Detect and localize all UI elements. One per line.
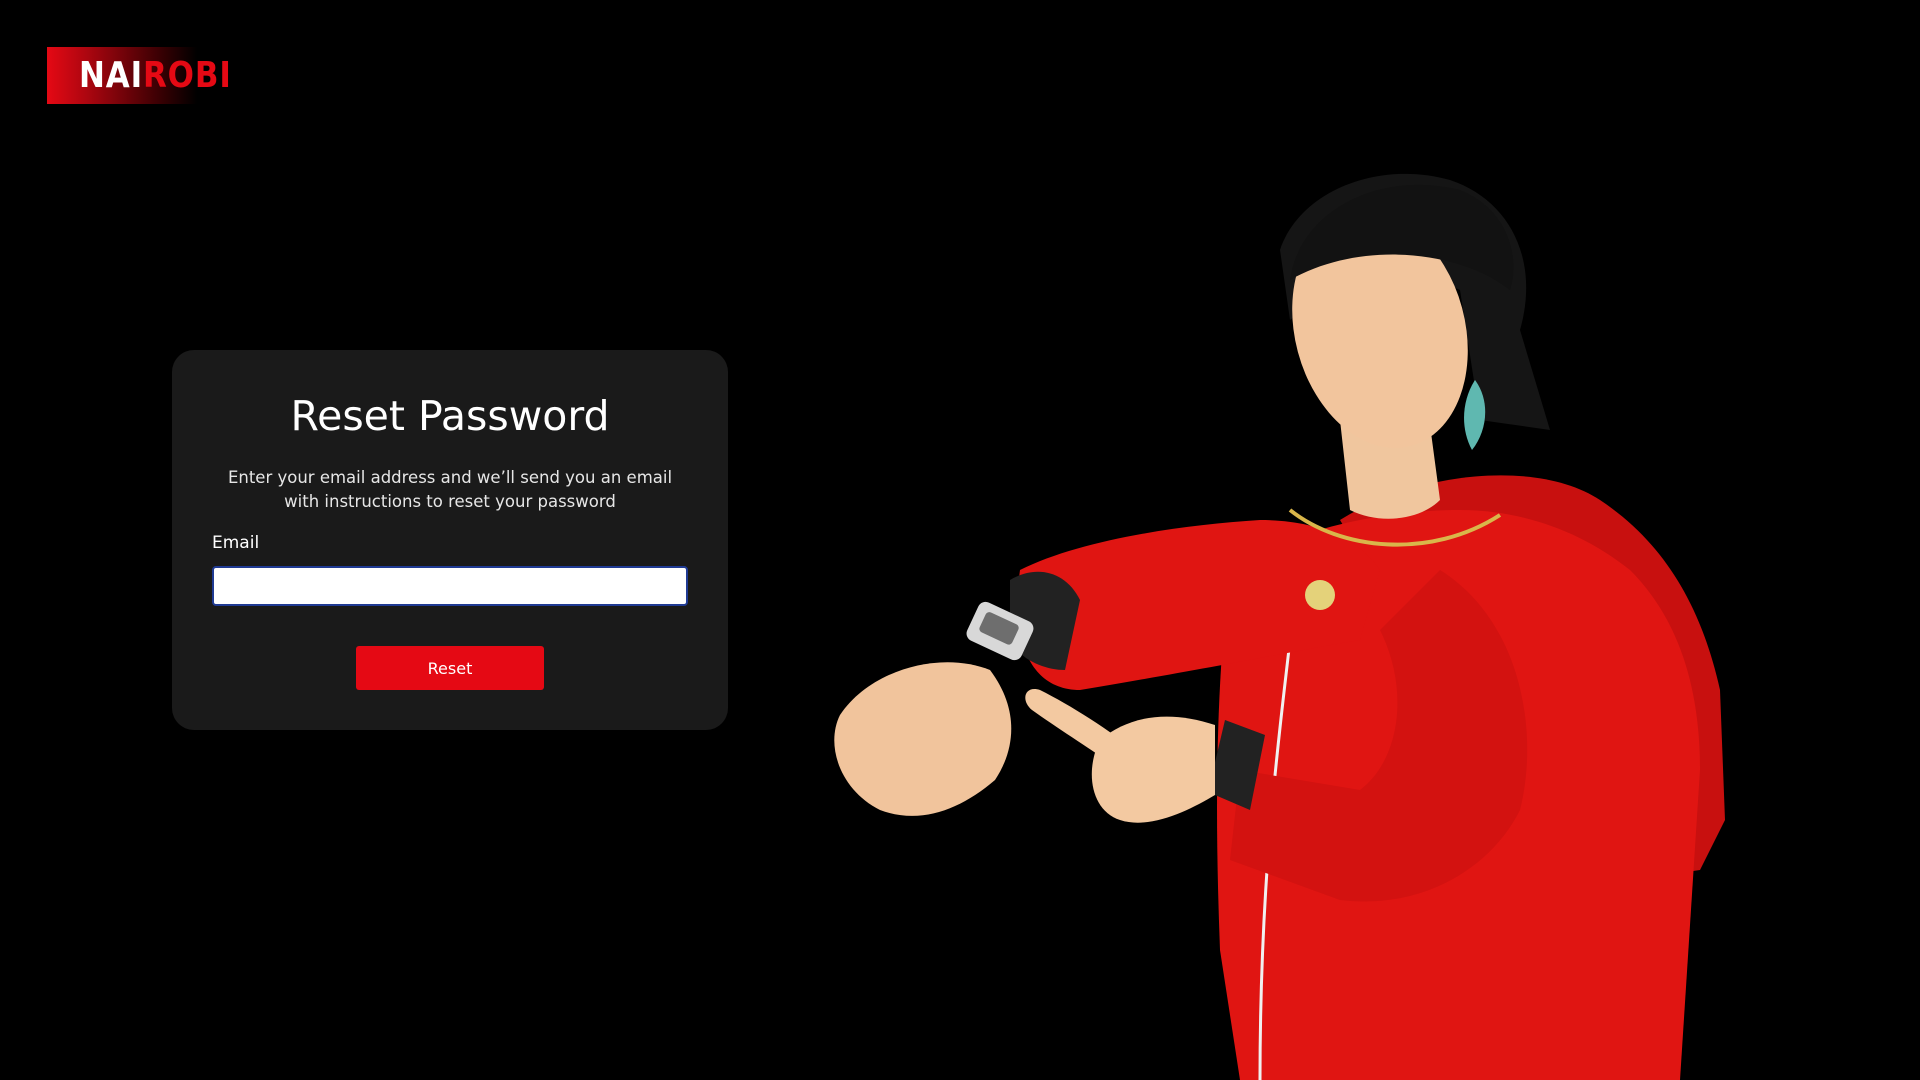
reset-password-page: NAIROBI Reset Password Enter your email … <box>0 0 1920 1080</box>
character-illustration <box>834 173 1725 1080</box>
email-field[interactable] <box>212 566 688 606</box>
left-fist <box>834 662 1012 816</box>
logo-text-part-b: ROBI <box>142 55 232 96</box>
necklace-pendant <box>1305 580 1335 610</box>
reset-instructions: Enter your email address and we’ll send … <box>227 468 673 511</box>
email-label: Email <box>212 533 260 553</box>
logo-wordmark: NAIROBI <box>79 55 232 96</box>
logo-text-part-a: NAI <box>79 55 143 96</box>
page-title: Reset Password <box>290 392 610 440</box>
reset-button[interactable]: Reset <box>356 646 544 690</box>
brand-logo[interactable]: NAIROBI <box>47 47 231 104</box>
